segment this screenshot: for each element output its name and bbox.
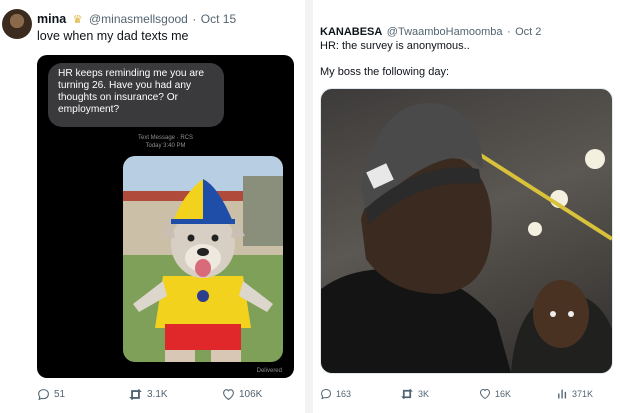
retweet-button[interactable]: 3K bbox=[400, 388, 429, 400]
bubble-line: turning 26. Have you had any bbox=[58, 80, 192, 91]
imessage-bubble: HR keeps reminding me you are turning 26… bbox=[48, 63, 224, 127]
display-name[interactable]: mina bbox=[37, 12, 66, 26]
dog-photo bbox=[123, 156, 283, 362]
heart-icon bbox=[223, 389, 234, 400]
separator: · bbox=[192, 12, 197, 26]
tweet-text: love when my dad texts me bbox=[37, 29, 189, 43]
like-button[interactable]: 106K bbox=[222, 388, 262, 400]
reply-button[interactable]: 51 bbox=[37, 388, 65, 401]
views-button[interactable]: 371K bbox=[557, 388, 593, 399]
reply-icon bbox=[320, 388, 332, 400]
like-count: 106K bbox=[239, 388, 263, 400]
message-meta: Text Message · RCS bbox=[137, 135, 194, 141]
reply-count: 163 bbox=[336, 389, 352, 399]
tweet-card-kanabesa: KANABESA @TwaamboHamoomba · Oct 2 HR: th… bbox=[313, 0, 620, 413]
retweet-icon bbox=[129, 388, 142, 401]
like-count: 16K bbox=[495, 388, 512, 399]
heart-icon bbox=[479, 388, 491, 399]
tweet-text-line2: My boss the following day: bbox=[320, 66, 450, 78]
dog-illustration bbox=[123, 176, 283, 362]
tweet-actions: 163 3K 16K 371K bbox=[313, 388, 620, 404]
tweet-header: mina ♛ @minasmellsgood · Oct 15 bbox=[37, 10, 236, 28]
like-button[interactable]: 16K bbox=[479, 388, 511, 399]
photo-illustration bbox=[321, 103, 612, 373]
handle[interactable]: @minasmellsgood bbox=[89, 12, 188, 26]
tweet-media-screenshot[interactable]: HR keeps reminding me you are turning 26… bbox=[37, 55, 294, 378]
display-name[interactable]: KANABESA bbox=[320, 26, 382, 38]
retweet-count: 3.1K bbox=[147, 389, 168, 400]
tweet-date[interactable]: Oct 2 bbox=[515, 26, 541, 38]
reply-count: 51 bbox=[54, 389, 66, 400]
views-count: 371K bbox=[572, 388, 594, 399]
tweet-media-photo[interactable] bbox=[320, 88, 613, 374]
retweet-icon bbox=[401, 388, 413, 400]
retweet-button[interactable]: 3.1K bbox=[128, 388, 168, 401]
tweet-header: KANABESA @TwaamboHamoomba · Oct 2 bbox=[320, 22, 541, 40]
retweet-count: 3K bbox=[418, 389, 430, 399]
bubble-line: HR keeps reminding me you are bbox=[58, 68, 205, 79]
bubble-line: employment? bbox=[58, 104, 120, 115]
handle[interactable]: @TwaamboHamoomba bbox=[387, 26, 503, 38]
message-time: Today 3:40 PM bbox=[145, 143, 186, 149]
crown-icon: ♛ bbox=[72, 14, 83, 26]
tweet-text-line1: HR: the survey is anonymous.. bbox=[320, 40, 470, 52]
reply-button[interactable]: 163 bbox=[320, 388, 351, 400]
bubble-line: thoughts on insurance? Or bbox=[58, 92, 179, 103]
tweet-date[interactable]: Oct 15 bbox=[201, 12, 236, 26]
separator: · bbox=[506, 26, 511, 38]
reply-icon bbox=[38, 389, 49, 401]
delivered-status: Delivered bbox=[256, 368, 282, 374]
tweet-actions: 51 3.1K 106K bbox=[0, 388, 305, 404]
views-icon bbox=[558, 389, 567, 399]
avatar[interactable] bbox=[2, 9, 32, 39]
tweet-card-mina: mina ♛ @minasmellsgood · Oct 15 love whe… bbox=[0, 0, 305, 413]
